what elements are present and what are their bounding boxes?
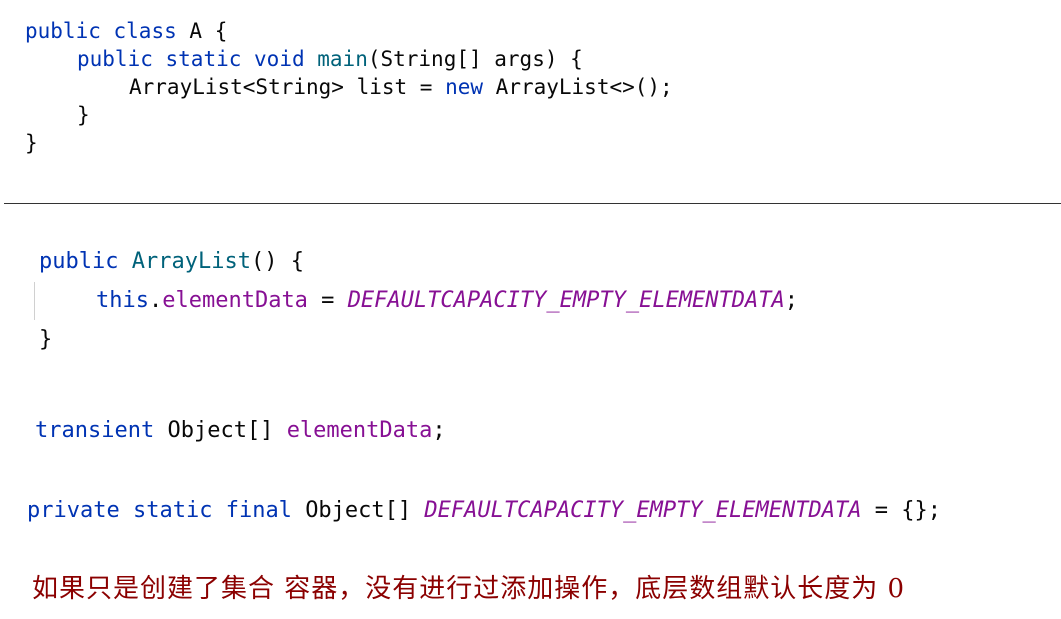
code-text: ArrayList<String> list = bbox=[129, 75, 446, 99]
brace: } bbox=[77, 103, 90, 127]
code-text: (String[] args) { bbox=[367, 47, 583, 71]
keyword: static bbox=[165, 47, 242, 71]
indent-guide bbox=[34, 282, 35, 320]
code-line: public ArrayList() { bbox=[39, 248, 304, 276]
code-text: = {}; bbox=[861, 498, 941, 523]
keyword: public bbox=[77, 47, 153, 71]
keyword: transient bbox=[35, 418, 155, 443]
class-name: A bbox=[189, 19, 203, 43]
keyword: new bbox=[445, 75, 484, 99]
type-name: Object[] bbox=[167, 418, 274, 443]
code-line: } bbox=[39, 326, 52, 354]
code-line: } bbox=[25, 129, 38, 157]
brace: } bbox=[25, 131, 38, 155]
constant-name: DEFAULTCAPACITY_EMPTY_ELEMENTDATA bbox=[424, 498, 862, 523]
annotation-note: 如果只是创建了集合 容器，没有进行过添加操作，底层数组默认长度为 0 bbox=[32, 574, 906, 604]
code-text: = bbox=[307, 288, 348, 313]
keyword: private bbox=[27, 498, 120, 523]
code-text: ; bbox=[432, 418, 446, 443]
code-line: private static final Object[] DEFAULTCAP… bbox=[27, 497, 941, 525]
code-line: transient Object[] elementData; bbox=[35, 417, 446, 445]
keyword: public bbox=[39, 249, 119, 274]
constant-name: DEFAULTCAPACITY_EMPTY_ELEMENTDATA bbox=[347, 288, 785, 313]
code-text: () { bbox=[250, 249, 304, 274]
method-name: ArrayList bbox=[131, 249, 251, 274]
code-line: ArrayList<String> list = new ArrayList<>… bbox=[129, 73, 673, 101]
code-line: public class A { bbox=[25, 17, 227, 45]
field-name: elementData bbox=[286, 418, 433, 443]
code-text: . bbox=[148, 288, 163, 313]
keyword: static bbox=[132, 498, 213, 523]
code-line: public static void main(String[] args) { bbox=[77, 45, 583, 73]
code-line: this.elementData = DEFAULTCAPACITY_EMPTY… bbox=[96, 287, 798, 315]
keyword: void bbox=[254, 47, 305, 71]
code-line: } bbox=[77, 101, 90, 129]
type-name: Object[] bbox=[305, 498, 412, 523]
code-text: ; bbox=[784, 288, 799, 313]
code-text: ArrayList<>(); bbox=[495, 75, 673, 99]
keyword: this bbox=[96, 288, 149, 313]
brace: { bbox=[214, 19, 228, 43]
brace: } bbox=[39, 327, 53, 352]
divider bbox=[4, 203, 1061, 204]
keyword: class bbox=[113, 19, 177, 43]
method-name: main bbox=[317, 47, 368, 71]
field-name: elementData bbox=[162, 288, 308, 313]
keyword: public bbox=[25, 19, 101, 43]
keyword: final bbox=[225, 498, 292, 523]
